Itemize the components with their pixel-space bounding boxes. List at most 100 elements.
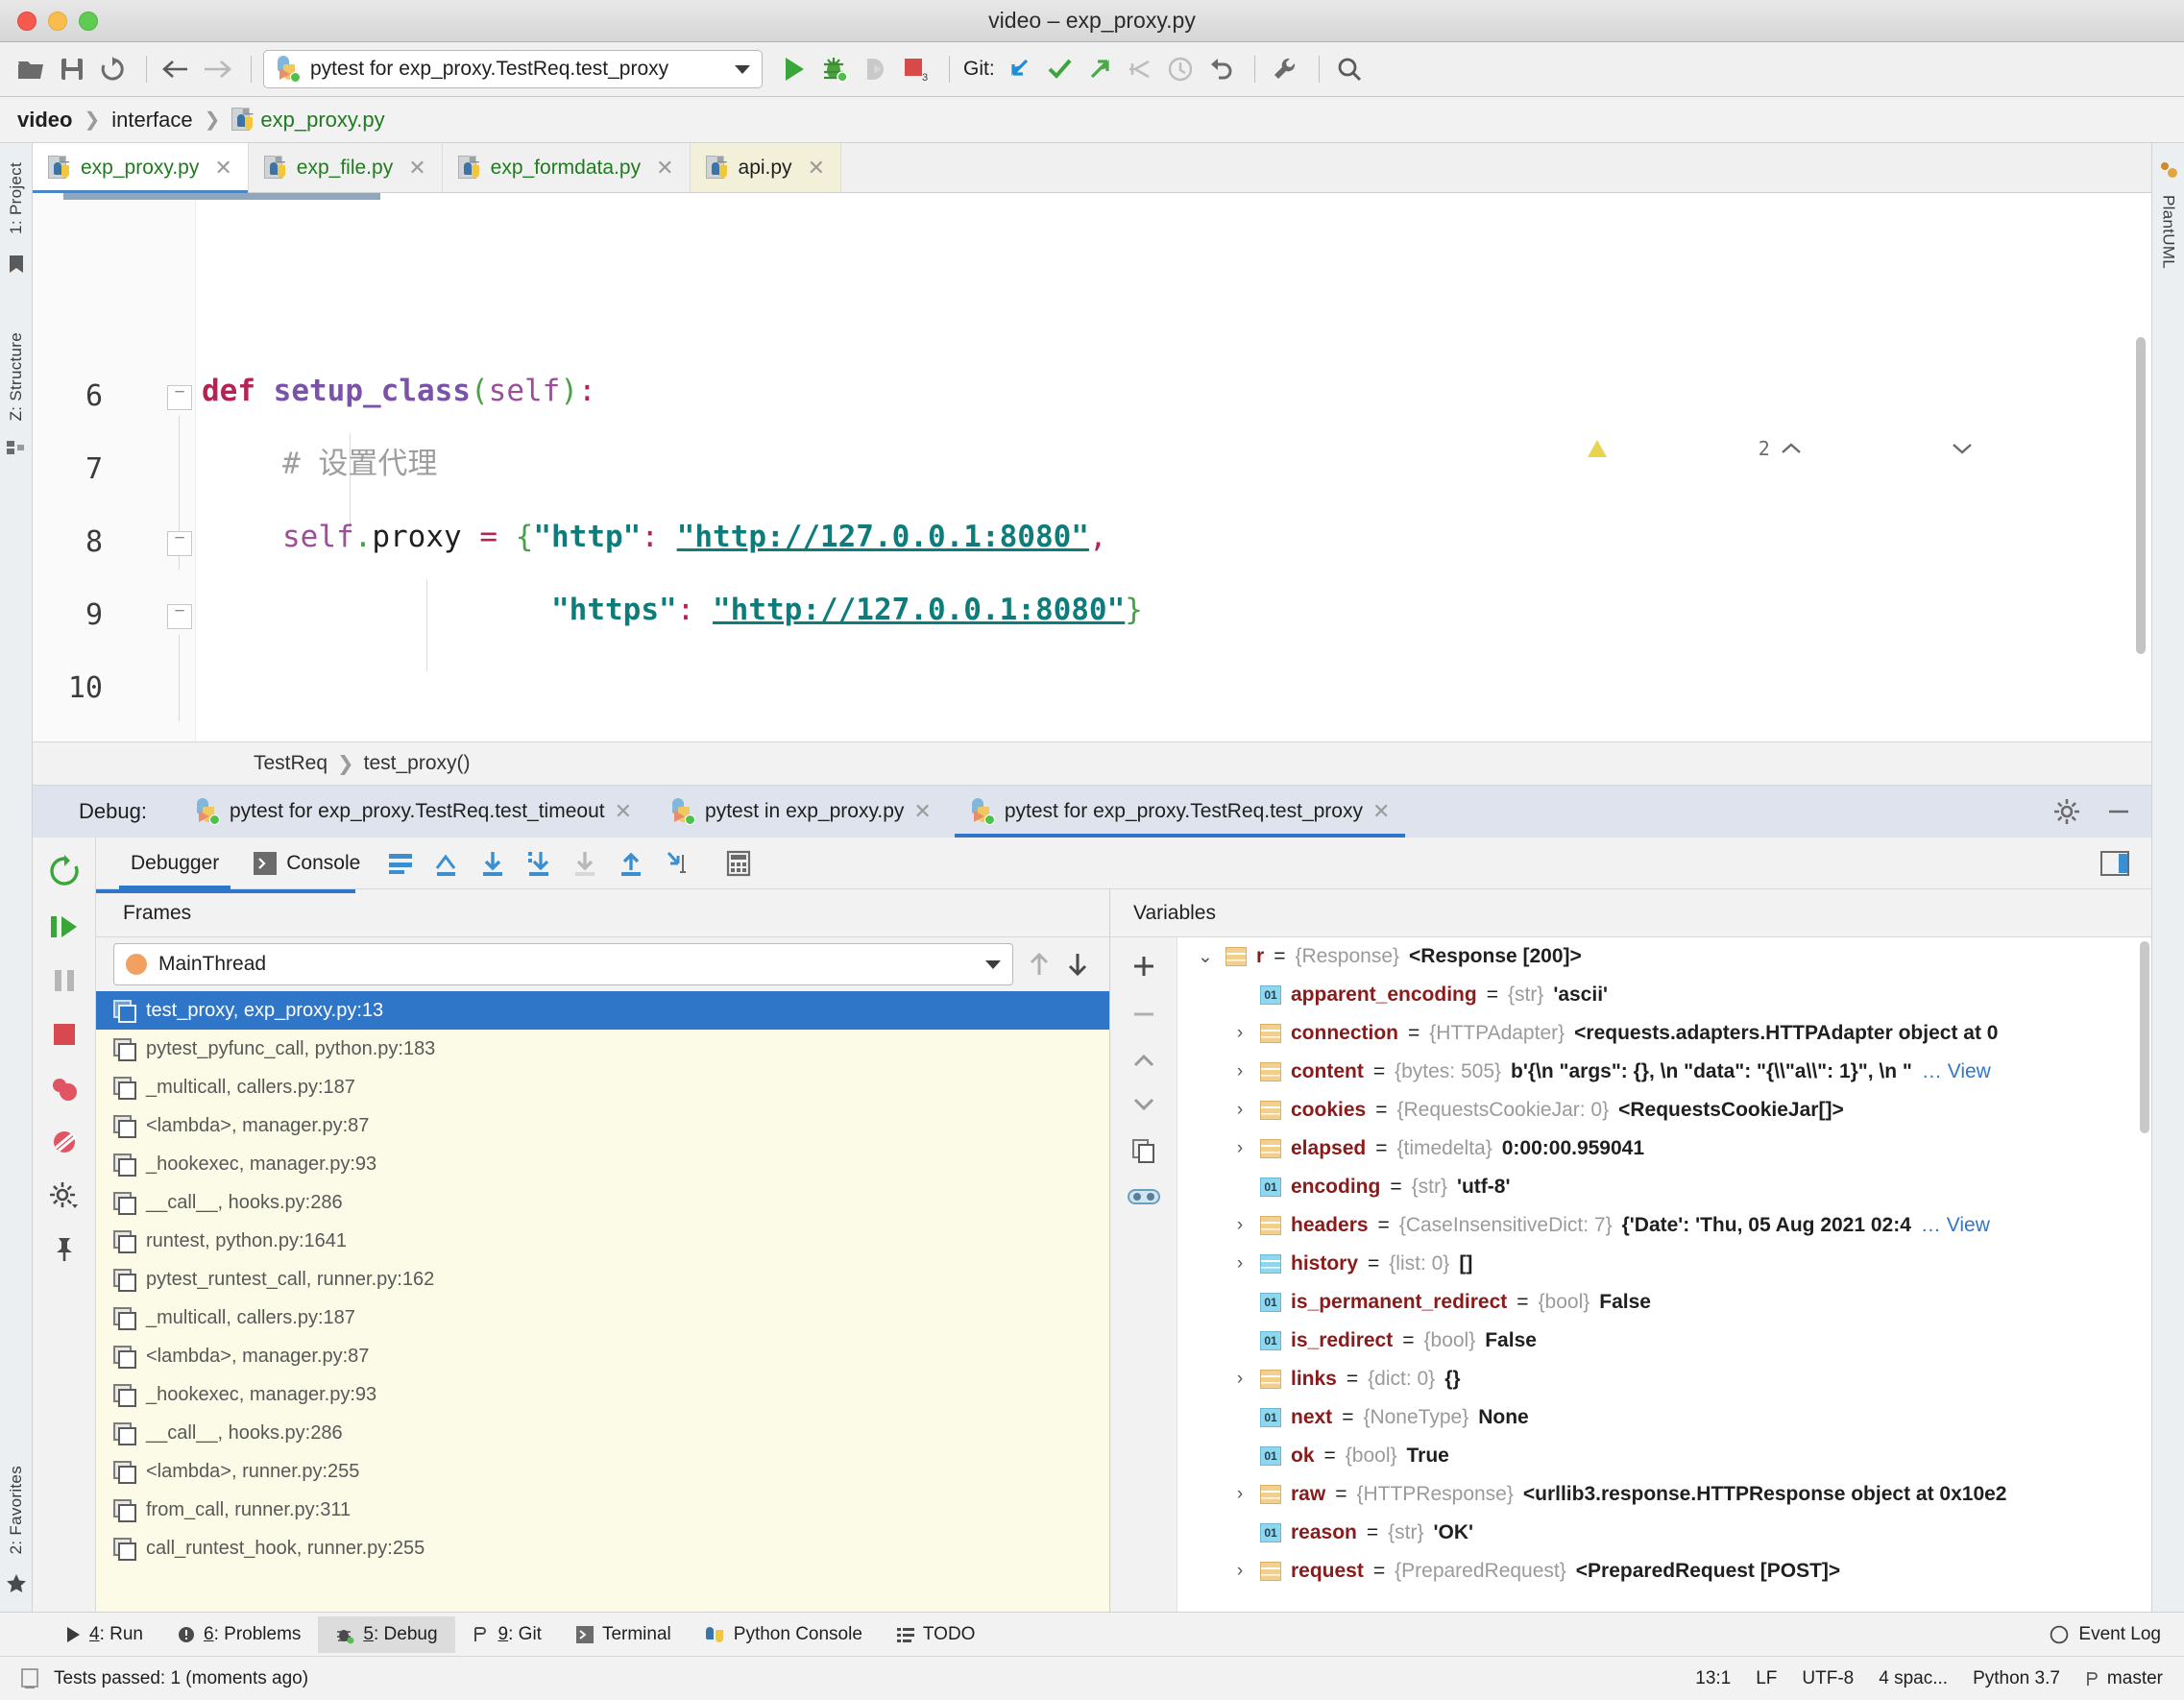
- restore-layout-icon[interactable]: [2099, 850, 2130, 877]
- sidebar-item-favorites[interactable]: 2: Favorites: [7, 1460, 26, 1560]
- pause-icon[interactable]: [50, 966, 79, 995]
- watches-icon[interactable]: [1128, 1185, 1160, 1208]
- frame-list-item[interactable]: <lambda>, manager.py:87: [96, 1106, 1109, 1145]
- editor-tab-exp-file[interactable]: exp_file.py ✕: [249, 143, 443, 192]
- python-interpreter[interactable]: Python 3.7: [1973, 1668, 2060, 1689]
- step-into-icon[interactable]: [520, 844, 558, 883]
- stop-button[interactable]: 3: [897, 51, 934, 87]
- close-session-icon[interactable]: ✕: [913, 799, 931, 824]
- copy-icon[interactable]: [1130, 1137, 1157, 1164]
- variable-row[interactable]: 01is_permanent_redirect={bool}False: [1177, 1283, 2151, 1322]
- chevron-right-icon[interactable]: ›: [1229, 1369, 1250, 1390]
- tab-console[interactable]: Console: [236, 838, 377, 889]
- open-folder-icon[interactable]: [13, 51, 50, 87]
- git-branch[interactable]: master: [2085, 1668, 2163, 1689]
- close-session-icon[interactable]: ✕: [1372, 799, 1390, 824]
- editor-tab-exp-formdata[interactable]: exp_formdata.py ✕: [443, 143, 691, 192]
- close-tab-icon[interactable]: ✕: [214, 156, 231, 181]
- frame-list-item[interactable]: test_proxy, exp_proxy.py:13: [96, 991, 1109, 1030]
- structure-crumb-method[interactable]: test_proxy(): [364, 752, 471, 775]
- back-arrow-icon[interactable]: [158, 51, 195, 87]
- code-editor[interactable]: 6 7 8 9 10 11 12 13: [33, 193, 2151, 741]
- rerun-button[interactable]: [857, 51, 893, 87]
- variable-row[interactable]: ›raw={HTTPResponse}<urllib3.response.HTT…: [1177, 1475, 2151, 1514]
- force-step-into-icon[interactable]: [566, 844, 604, 883]
- breadcrumb-item-file[interactable]: exp_proxy.py: [260, 108, 384, 133]
- chevron-right-icon[interactable]: ›: [1229, 1100, 1250, 1121]
- breadcrumb-item-folder[interactable]: interface: [111, 108, 192, 133]
- close-tab-icon[interactable]: ✕: [808, 156, 825, 181]
- pin-icon[interactable]: [50, 1235, 79, 1264]
- arrow-up-icon[interactable]: [1027, 950, 1052, 979]
- editor-vertical-scrollbar[interactable]: [2136, 337, 2146, 654]
- commit-icon[interactable]: [1041, 51, 1078, 87]
- chevron-right-icon[interactable]: ›: [1229, 1253, 1250, 1275]
- frame-list[interactable]: test_proxy, exp_proxy.py:13pytest_pyfunc…: [96, 991, 1109, 1612]
- frame-list-item[interactable]: <lambda>, runner.py:255: [96, 1452, 1109, 1491]
- variable-row[interactable]: ›request={PreparedRequest}<PreparedReque…: [1177, 1552, 2151, 1591]
- layout-settings-icon[interactable]: [381, 844, 420, 883]
- move-down-icon[interactable]: [1130, 1093, 1157, 1116]
- update-project-icon[interactable]: [1001, 51, 1037, 87]
- push-icon[interactable]: [1081, 51, 1118, 87]
- fold-toggle-3[interactable]: [167, 604, 192, 629]
- variable-row[interactable]: 01encoding={str}'utf-8': [1177, 1168, 2151, 1206]
- run-button[interactable]: [776, 51, 813, 87]
- view-breakpoints-icon[interactable]: [49, 1074, 80, 1103]
- breadcrumb-item-project[interactable]: video: [17, 108, 72, 133]
- frame-list-item[interactable]: _multicall, callers.py:187: [96, 1068, 1109, 1106]
- search-icon[interactable]: [1331, 51, 1368, 87]
- tool-window-todo[interactable]: TODO: [880, 1616, 993, 1653]
- tab-debugger[interactable]: Debugger: [113, 838, 236, 889]
- fold-toggle-2[interactable]: [167, 531, 192, 556]
- variable-row[interactable]: ›elapsed={timedelta}0:00:00.959041: [1177, 1129, 2151, 1168]
- run-to-cursor-icon[interactable]: [658, 844, 696, 883]
- variable-row[interactable]: ›history={list: 0}[]: [1177, 1245, 2151, 1283]
- variable-row[interactable]: ›headers={CaseInsensitiveDict: 7}{'Date'…: [1177, 1206, 2151, 1245]
- arrow-down-icon[interactable]: [1065, 950, 1090, 979]
- evaluate-expression-icon[interactable]: [719, 844, 758, 883]
- variable-row[interactable]: 01is_redirect={bool}False: [1177, 1322, 2151, 1360]
- chevron-right-icon[interactable]: ›: [1229, 1561, 1250, 1582]
- undo-icon[interactable]: [1202, 51, 1239, 87]
- variable-row[interactable]: 01next={NoneType}None: [1177, 1398, 2151, 1437]
- frame-list-item[interactable]: __call__, hooks.py:286: [96, 1414, 1109, 1452]
- chevron-right-icon[interactable]: ›: [1229, 1138, 1250, 1159]
- sidebar-item-project[interactable]: 1: Project: [7, 157, 26, 240]
- code-text-area[interactable]: def setup_class(self): # 设置代理 self.proxy…: [196, 193, 2151, 741]
- frame-list-item[interactable]: _multicall, callers.py:187: [96, 1299, 1109, 1337]
- tool-window-problems[interactable]: 6: Problems: [160, 1616, 318, 1653]
- thread-selector[interactable]: MainThread: [113, 943, 1013, 985]
- editor-gutter[interactable]: 6 7 8 9 10 11 12 13: [33, 193, 196, 741]
- debug-session-tab-pytest-in-file[interactable]: pytest in exp_proxy.py ✕: [651, 786, 951, 838]
- variable-row[interactable]: ›links={dict: 0}{}: [1177, 1360, 2151, 1398]
- close-tab-icon[interactable]: ✕: [408, 156, 425, 181]
- sidebar-item-plantuml[interactable]: PlantUML: [2159, 189, 2178, 275]
- variable-row[interactable]: ⌄r={Response}<Response [200]>: [1177, 937, 2151, 976]
- debug-session-tab-test-proxy[interactable]: pytest for exp_proxy.TestReq.test_proxy …: [951, 786, 1410, 838]
- editor-tab-api[interactable]: api.py ✕: [691, 143, 841, 192]
- forward-arrow-icon[interactable]: [199, 51, 235, 87]
- move-up-icon[interactable]: [1130, 1049, 1157, 1072]
- step-out-icon[interactable]: [612, 844, 650, 883]
- inspection-next-icon[interactable]: [1951, 395, 2113, 502]
- inspection-prev-icon[interactable]: [1780, 395, 1942, 502]
- structure-crumb-class[interactable]: TestReq: [254, 752, 328, 775]
- tool-window-run[interactable]: 4: Run: [48, 1616, 160, 1653]
- variable-row[interactable]: ›cookies={RequestsCookieJar: 0}<Requests…: [1177, 1091, 2151, 1129]
- stop-icon[interactable]: [50, 1020, 79, 1049]
- frame-list-item[interactable]: from_call, runner.py:311: [96, 1491, 1109, 1529]
- variable-row[interactable]: ›content={bytes: 505}b'{\n "args": {}, \…: [1177, 1053, 2151, 1091]
- run-configuration-selector[interactable]: pytest for exp_proxy.TestReq.test_proxy: [263, 50, 763, 88]
- frame-list-item[interactable]: pytest_pyfunc_call, python.py:183: [96, 1030, 1109, 1068]
- add-icon[interactable]: [1130, 953, 1157, 980]
- close-tab-icon[interactable]: ✕: [656, 156, 673, 181]
- variables-list[interactable]: ⌄r={Response}<Response [200]>01apparent_…: [1177, 937, 2151, 1612]
- minimize-icon[interactable]: [2105, 798, 2132, 825]
- settings-wrench-icon[interactable]: [1267, 51, 1303, 87]
- frame-list-item[interactable]: _hookexec, manager.py:93: [96, 1375, 1109, 1414]
- save-icon[interactable]: [54, 51, 90, 87]
- event-log-button[interactable]: Event Log: [2050, 1624, 2161, 1645]
- close-session-icon[interactable]: ✕: [615, 799, 632, 824]
- caret-position[interactable]: 13:1: [1695, 1668, 1731, 1689]
